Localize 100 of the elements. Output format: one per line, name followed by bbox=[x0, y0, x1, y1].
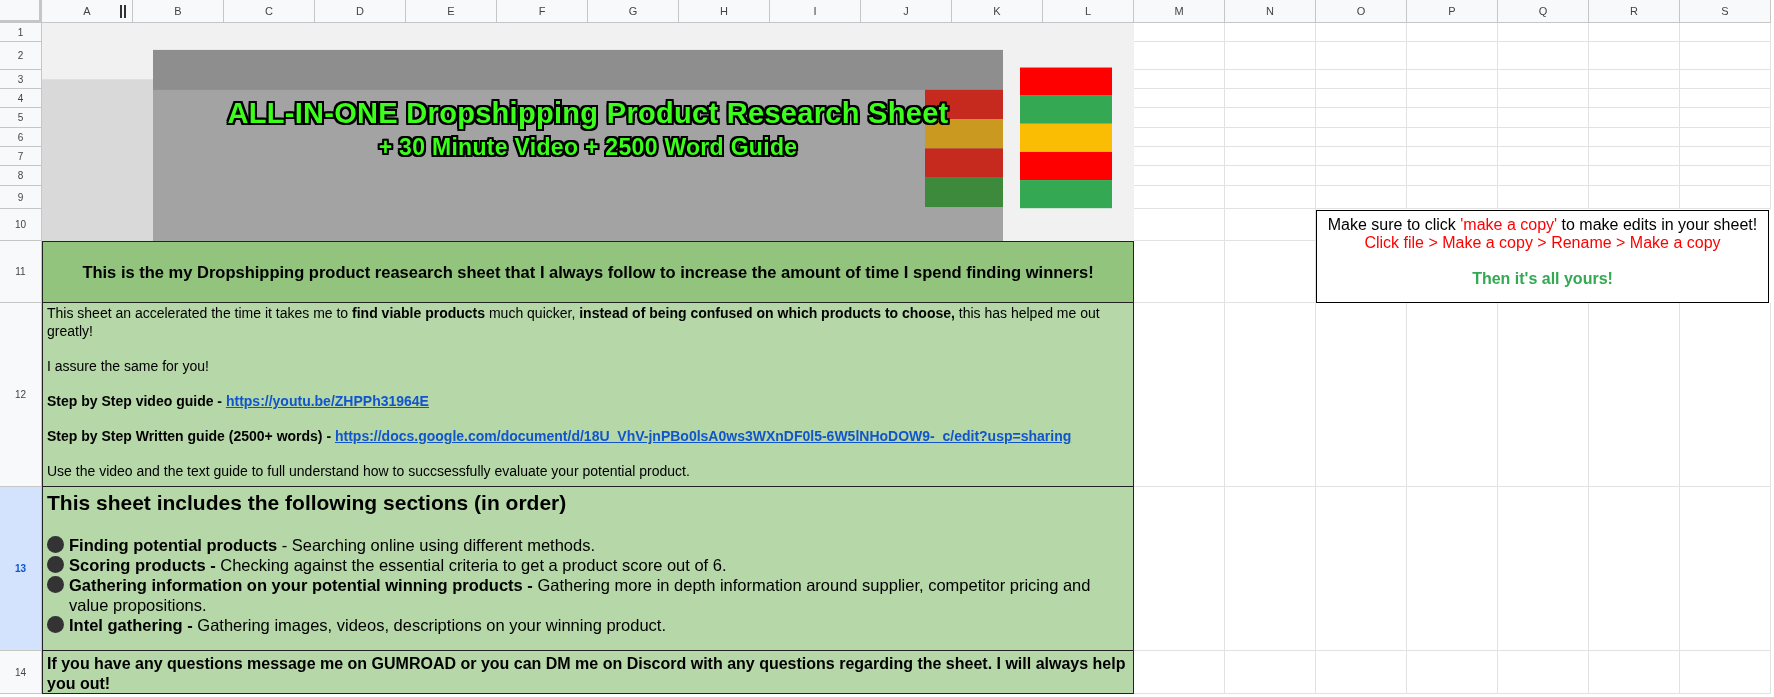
guide-link[interactable]: https://docs.google.com/document/d/18U_VhV-jnPBo0lsA0ws3WXnDF0l5-6W5lNHoDOW9-_c/edit?usp=sharing bbox=[334, 428, 1072, 444]
sheet-cell[interactable] bbox=[1407, 70, 1498, 89]
row-header[interactable]: 4 bbox=[0, 89, 42, 108]
sheet-cell[interactable] bbox=[1316, 128, 1407, 147]
sheet-cell[interactable] bbox=[1407, 147, 1498, 166]
sheet-cell[interactable] bbox=[1589, 42, 1680, 70]
sheet-cell[interactable] bbox=[1680, 128, 1771, 147]
sheet-cell[interactable] bbox=[1498, 651, 1589, 694]
sheet-cell[interactable] bbox=[1316, 23, 1407, 42]
sheet-cell[interactable] bbox=[1680, 651, 1771, 694]
row-header[interactable]: 10 bbox=[0, 209, 42, 241]
sheet-cell[interactable] bbox=[1316, 487, 1407, 651]
sheet-cell[interactable] bbox=[1498, 108, 1589, 128]
column-header[interactable]: F bbox=[497, 0, 588, 23]
column-header[interactable]: I bbox=[770, 0, 861, 23]
sheet-cell[interactable] bbox=[1498, 42, 1589, 70]
sheet-cell[interactable] bbox=[1225, 147, 1316, 166]
sheet-cell[interactable] bbox=[1225, 89, 1316, 108]
sheet-cell[interactable] bbox=[1407, 166, 1498, 186]
column-resize-icon[interactable] bbox=[120, 5, 126, 18]
sheet-cell[interactable] bbox=[1407, 651, 1498, 694]
column-header[interactable]: R bbox=[1589, 0, 1680, 23]
sheet-cell[interactable] bbox=[1498, 166, 1589, 186]
sheet-cell[interactable] bbox=[1589, 23, 1680, 42]
column-header[interactable]: B bbox=[133, 0, 224, 23]
sheet-cell[interactable] bbox=[1316, 166, 1407, 186]
column-header[interactable]: K bbox=[952, 0, 1043, 23]
sheet-cell[interactable] bbox=[1589, 166, 1680, 186]
sheet-cell[interactable] bbox=[1407, 89, 1498, 108]
sheet-cell[interactable] bbox=[1407, 42, 1498, 70]
sheet-cell[interactable] bbox=[1680, 108, 1771, 128]
sheet-cell[interactable] bbox=[1589, 70, 1680, 89]
row-header[interactable]: 1 bbox=[0, 23, 42, 42]
sheet-cell[interactable] bbox=[1407, 23, 1498, 42]
sheet-cell[interactable] bbox=[1407, 487, 1498, 651]
sheet-cell[interactable] bbox=[1316, 147, 1407, 166]
row-header[interactable]: 6 bbox=[0, 128, 42, 147]
sheet-cell[interactable] bbox=[1589, 89, 1680, 108]
row-header[interactable]: 9 bbox=[0, 186, 42, 209]
sheet-cell[interactable] bbox=[1498, 487, 1589, 651]
column-header[interactable]: G bbox=[588, 0, 679, 23]
sheet-cell[interactable] bbox=[1225, 186, 1316, 209]
column-header[interactable]: H bbox=[679, 0, 770, 23]
sheet-cell[interactable] bbox=[1225, 303, 1316, 487]
sheet-cell[interactable] bbox=[1680, 42, 1771, 70]
select-all-corner[interactable] bbox=[0, 0, 42, 23]
sheet-cell[interactable] bbox=[1225, 166, 1316, 186]
sheet-cell[interactable] bbox=[1589, 147, 1680, 166]
sheet-cell[interactable] bbox=[1680, 89, 1771, 108]
sheet-cell[interactable] bbox=[1680, 147, 1771, 166]
column-header[interactable]: Q bbox=[1498, 0, 1589, 23]
sheet-cell[interactable] bbox=[1407, 186, 1498, 209]
sheet-cell[interactable] bbox=[1498, 89, 1589, 108]
sheet-cell[interactable] bbox=[1589, 186, 1680, 209]
sheet-cell[interactable] bbox=[1498, 186, 1589, 209]
row-header[interactable]: 3 bbox=[0, 70, 42, 89]
row-header[interactable]: 8 bbox=[0, 166, 42, 186]
sheet-cell[interactable] bbox=[1316, 70, 1407, 89]
sheet-cell[interactable] bbox=[1498, 70, 1589, 89]
sheet-cell[interactable] bbox=[1407, 128, 1498, 147]
sheet-cell[interactable] bbox=[1225, 23, 1316, 42]
sheet-cell[interactable] bbox=[1680, 70, 1771, 89]
sheet-cell[interactable] bbox=[1225, 128, 1316, 147]
sheet-cell[interactable] bbox=[1498, 147, 1589, 166]
column-header[interactable]: L bbox=[1043, 0, 1134, 23]
sheet-cell[interactable] bbox=[1225, 487, 1316, 651]
sheet-cell[interactable] bbox=[1589, 487, 1680, 651]
sheet-cell[interactable] bbox=[1680, 186, 1771, 209]
sheet-cell[interactable] bbox=[1589, 128, 1680, 147]
sheet-cell[interactable] bbox=[1225, 651, 1316, 694]
row-header[interactable]: 12 bbox=[0, 303, 42, 487]
sheet-cell[interactable] bbox=[1316, 89, 1407, 108]
sheet-cell[interactable] bbox=[1316, 651, 1407, 694]
row-header[interactable]: 11 bbox=[0, 241, 42, 303]
row-header[interactable]: 13 bbox=[0, 487, 42, 651]
column-header[interactable]: D bbox=[315, 0, 406, 23]
sheet-cell[interactable] bbox=[1316, 42, 1407, 70]
sheet-cell[interactable] bbox=[1407, 108, 1498, 128]
row-header[interactable]: 14 bbox=[0, 651, 42, 694]
column-header[interactable]: A bbox=[42, 0, 133, 23]
sheet-cell[interactable] bbox=[1680, 166, 1771, 186]
sheet-cell[interactable] bbox=[1225, 42, 1316, 70]
column-header[interactable]: C bbox=[224, 0, 315, 23]
sheet-cell[interactable] bbox=[1498, 23, 1589, 42]
sheet-cell[interactable] bbox=[1680, 23, 1771, 42]
row-header[interactable]: 7 bbox=[0, 147, 42, 166]
column-header[interactable]: N bbox=[1225, 0, 1316, 23]
row-header[interactable]: 5 bbox=[0, 108, 42, 128]
column-header[interactable]: M bbox=[1134, 0, 1225, 23]
column-header[interactable]: P bbox=[1407, 0, 1498, 23]
column-header[interactable]: J bbox=[861, 0, 952, 23]
column-header[interactable]: S bbox=[1680, 0, 1771, 23]
column-header[interactable]: O bbox=[1316, 0, 1407, 23]
column-header[interactable]: E bbox=[406, 0, 497, 23]
row-header[interactable]: 2 bbox=[0, 42, 42, 70]
sheet-cell[interactable] bbox=[1316, 108, 1407, 128]
sheet-cell[interactable] bbox=[1589, 108, 1680, 128]
sheet-cell[interactable] bbox=[1498, 128, 1589, 147]
sheet-cell[interactable] bbox=[1316, 186, 1407, 209]
sheet-cell[interactable] bbox=[1225, 70, 1316, 89]
